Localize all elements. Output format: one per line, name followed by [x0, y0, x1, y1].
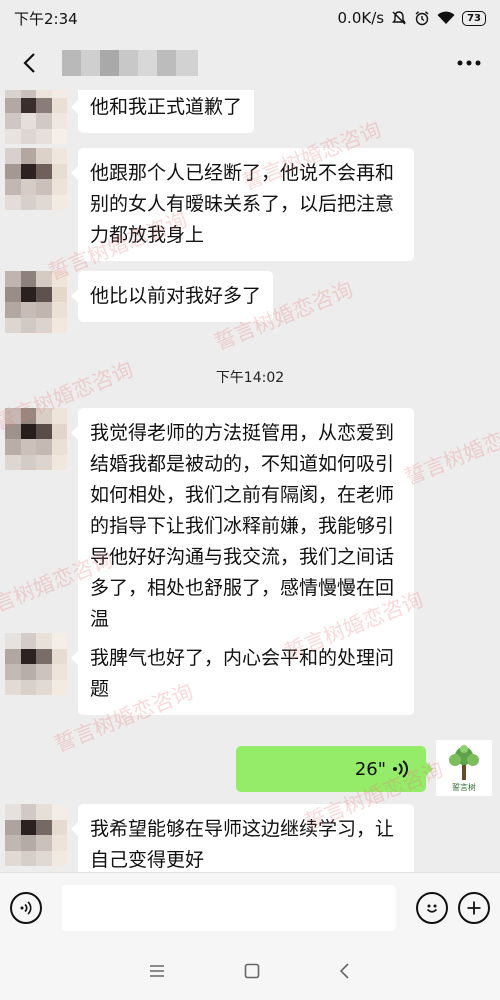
- back-button[interactable]: [16, 50, 42, 76]
- more-button[interactable]: [454, 50, 484, 76]
- contact-avatar[interactable]: [5, 804, 67, 866]
- emoji-button[interactable]: [416, 891, 448, 924]
- input-bar: [0, 872, 500, 942]
- message-bubble[interactable]: 他比以前对我好多了: [70, 271, 274, 322]
- voice-input-icon: [20, 900, 32, 915]
- battery-badge: 73: [462, 10, 486, 26]
- watermark-text: 誓言树婚恋咨询: [401, 412, 500, 490]
- status-time: 下午2:34: [14, 9, 78, 28]
- voice-duration: 26": [354, 758, 386, 780]
- contact-avatar[interactable]: [5, 271, 67, 333]
- plus-icon: [467, 901, 481, 914]
- menu-icon[interactable]: [148, 964, 166, 978]
- plus-button[interactable]: [458, 891, 490, 924]
- message-bubble[interactable]: 我觉得老师的方法挺管用，从恋爱到结婚我都是被动的，不知道如何吸引如何相处，我们之…: [71, 408, 414, 645]
- contact-avatar[interactable]: [5, 408, 67, 470]
- message-bubble[interactable]: 我脾气也好了，内心会平和的处理问题: [71, 633, 414, 715]
- home-icon[interactable]: [243, 962, 261, 980]
- message-bubble[interactable]: 他跟那个人已经断了，他说不会再和别的女人有暧昧关系了，以后把注意力都放我身上: [71, 148, 414, 261]
- message-bubble[interactable]: 我希望能够在导师这边继续学习，让自己变得更好: [71, 804, 414, 872]
- time-divider: 下午14:02: [215, 370, 285, 386]
- more-dots-icon: [457, 60, 481, 66]
- wifi-icon: [437, 11, 455, 24]
- network-speed: 0.0K/s: [337, 9, 385, 27]
- status-bar: 下午2:34 0.0K/s 73: [0, 0, 500, 36]
- voice-input-button[interactable]: [10, 891, 42, 924]
- voice-wave-icon: [393, 760, 408, 778]
- message-bubble[interactable]: 他和我正式道歉了: [70, 90, 255, 133]
- status-icons: 0.0K/s 73: [338, 9, 486, 27]
- back-icon[interactable]: [338, 962, 352, 980]
- contact-avatar[interactable]: [5, 90, 67, 144]
- alarm-icon: [415, 11, 429, 26]
- tree-logo-icon: [449, 744, 479, 780]
- system-nav-bar: [0, 942, 500, 1000]
- message-list[interactable]: 他和我正式道歉了 他跟那个人已经断了，他说不会再和别的女人有暧昧关系了，以后把注…: [0, 90, 500, 872]
- contact-avatar[interactable]: [5, 633, 67, 695]
- my-avatar-logo-text: 誓言树: [452, 782, 476, 792]
- mute-bell-icon: [392, 11, 406, 25]
- my-avatar[interactable]: 誓言树: [436, 740, 492, 796]
- chat-screen: 下午2:34 0.0K/s 73 他和我正式道歉了 他跟那个人已经断了，他说不会…: [0, 0, 500, 1000]
- chevron-left-icon: [23, 53, 35, 73]
- message-input[interactable]: [62, 884, 396, 931]
- contact-name-blurred: [62, 50, 198, 76]
- contact-avatar[interactable]: [5, 148, 67, 210]
- chat-header: [0, 36, 500, 90]
- emoji-icon: [426, 904, 438, 913]
- voice-message-bubble[interactable]: 26": [236, 746, 433, 792]
